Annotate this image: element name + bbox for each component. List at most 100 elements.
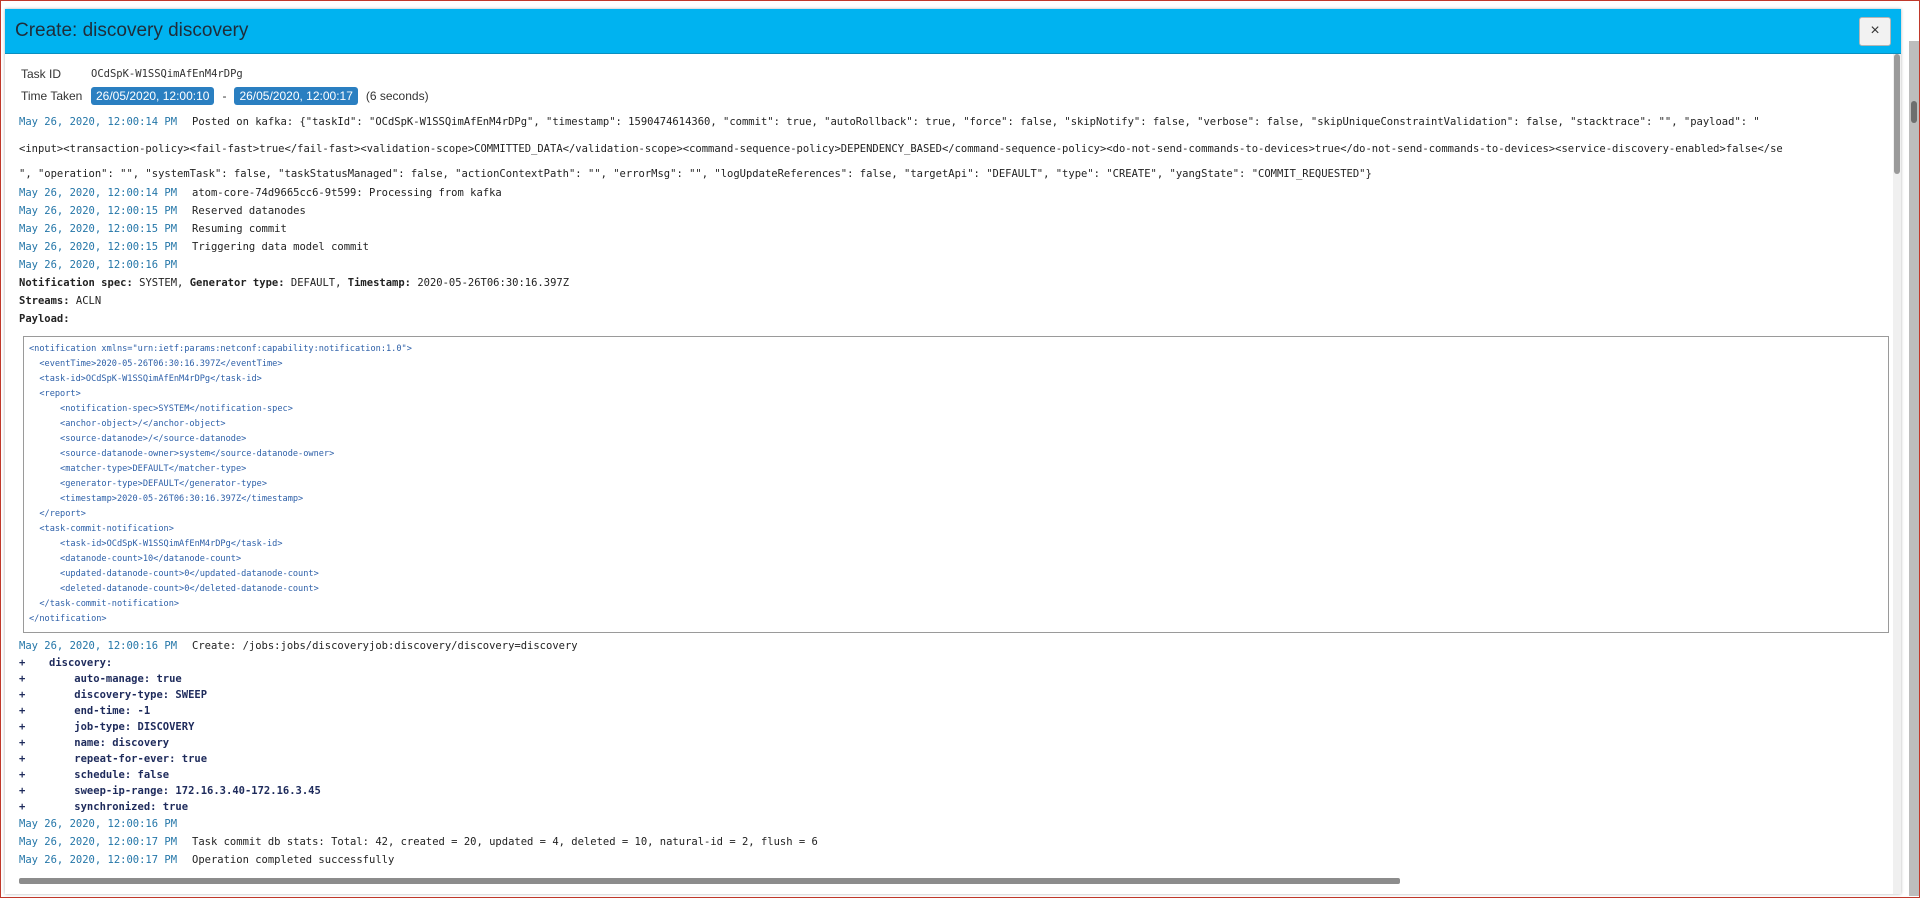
log-continuation: <input><transaction-policy><fail-fast>tr… bbox=[19, 134, 1901, 164]
page-scrollbar-thumb[interactable] bbox=[1911, 101, 1917, 123]
log-timestamp: May 26, 2020, 12:00:17 PM bbox=[19, 854, 178, 866]
diff-line: + discovery-type: SWEEP bbox=[19, 687, 1901, 703]
log-timestamp: May 26, 2020, 12:00:15 PM bbox=[19, 205, 178, 217]
horizontal-scrollbar[interactable] bbox=[19, 878, 1400, 884]
diff-text: sweep-ip-range: 172.16.3.40-172.16.3.45 bbox=[49, 785, 321, 797]
notification-summary: Notification spec: SYSTEM, Generator typ… bbox=[19, 274, 1901, 292]
log-message: Operation completed successfully bbox=[192, 854, 395, 866]
log-message: Triggering data model commit bbox=[192, 241, 370, 253]
log-message: Resuming commit bbox=[192, 223, 287, 235]
log-message: Task commit db stats: Total: 42, created… bbox=[192, 836, 818, 848]
log-message: Reserved datanodes bbox=[192, 205, 306, 217]
payload-xml-line: <task-id>OCdSpK-W1SSQimAfEnM4rDPg</task-… bbox=[29, 539, 283, 549]
page-scrollbar-track[interactable] bbox=[1909, 41, 1919, 896]
diff-text: end-time: -1 bbox=[49, 705, 151, 717]
log-timestamp: May 26, 2020, 12:00:16 PM bbox=[19, 259, 178, 271]
streams-label: Streams: bbox=[19, 295, 70, 307]
payload-xml-line: <notification xmlns="urn:ietf:params:net… bbox=[29, 344, 412, 354]
diff-text: discovery: bbox=[49, 657, 113, 669]
time-taken-label: Time Taken bbox=[21, 89, 83, 103]
window-frame: Create: discovery discovery × Task ID OC… bbox=[0, 0, 1920, 898]
end-time-badge: 26/05/2020, 12:00:17 bbox=[234, 87, 358, 105]
generator-type-value: DEFAULT, bbox=[290, 277, 342, 289]
task-id-value: OCdSpK-W1SSQimAfEnM4rDPg bbox=[91, 68, 243, 80]
log-entry: May 26, 2020, 12:00:15 PM Triggering data… bbox=[19, 238, 1901, 256]
payload-xml-line: <notification-spec>SYSTEM</notification-… bbox=[29, 404, 293, 414]
diff-text: discovery-type: SWEEP bbox=[49, 689, 208, 701]
diff-plus-marker: + bbox=[19, 673, 26, 685]
log-message-continuation: <input><transaction-policy><fail-fast>tr… bbox=[19, 143, 1783, 155]
payload-xml-line: <source-datanode>/</source-datanode> bbox=[29, 434, 247, 444]
close-icon: × bbox=[1870, 22, 1880, 39]
diff-line: + repeat-for-ever: true bbox=[19, 751, 1901, 767]
diff-line: + discovery: bbox=[19, 655, 1901, 671]
payload-xml-line: <updated-datanode-count>0</updated-datan… bbox=[29, 569, 319, 579]
diff-text: auto-manage: true bbox=[49, 673, 182, 685]
payload-xml-line: <task-commit-notification> bbox=[29, 524, 174, 534]
diff-line: + auto-manage: true bbox=[19, 671, 1901, 687]
log-message: atom-core-74d9665cc6-9t599: Processing f… bbox=[192, 187, 502, 199]
payload-xml-line: </notification> bbox=[29, 614, 107, 624]
payload-xml-line: <task-id>OCdSpK-W1SSQimAfEnM4rDPg</task-… bbox=[29, 374, 262, 384]
log-entry: May 26, 2020, 12:00:16 PM bbox=[19, 256, 1901, 274]
payload-xml-line: <anchor-object>/</anchor-object> bbox=[29, 419, 226, 429]
diff-plus-marker: + bbox=[19, 737, 26, 749]
diff-line: + job-type: DISCOVERY bbox=[19, 719, 1901, 735]
log-timestamp: May 26, 2020, 12:00:15 PM bbox=[19, 241, 178, 253]
log-timestamp: May 26, 2020, 12:00:14 PM bbox=[19, 187, 178, 199]
diff-plus-marker: + bbox=[19, 689, 26, 701]
payload-xml-line: <generator-type>DEFAULT</generator-type> bbox=[29, 479, 267, 489]
log-timestamp: May 26, 2020, 12:00:14 PM bbox=[19, 116, 178, 128]
task-log: May 26, 2020, 12:00:14 PM Posted on kafk… bbox=[19, 110, 1901, 869]
task-id-row: Task ID OCdSpK-W1SSQimAfEnM4rDPg bbox=[19, 64, 1901, 84]
task-id-label: Task ID bbox=[21, 67, 62, 81]
streams-line: Streams: ACLN bbox=[19, 292, 1901, 310]
payload-xml-line: <report> bbox=[29, 389, 81, 399]
payload-xml-line: </task-commit-notification> bbox=[29, 599, 180, 609]
vertical-scrollbar-thumb[interactable] bbox=[1894, 54, 1900, 174]
payload-xml-line: <matcher-type>DEFAULT</matcher-type> bbox=[29, 464, 247, 474]
payload-line: Payload: bbox=[19, 310, 1901, 328]
vertical-scrollbar-track[interactable] bbox=[1893, 54, 1901, 894]
close-button[interactable]: × bbox=[1859, 16, 1891, 46]
payload-label: Payload: bbox=[19, 313, 70, 325]
diff-text: synchronized: true bbox=[49, 801, 189, 813]
payload-xml-line: <eventTime>2020-05-26T06:30:16.397Z</eve… bbox=[29, 359, 283, 369]
time-separator: - bbox=[222, 89, 227, 103]
timestamp-value: 2020-05-26T06:30:16.397Z bbox=[417, 277, 570, 289]
log-entry: May 26, 2020, 12:00:16 PM Create: /jobs:… bbox=[19, 637, 1901, 655]
log-entry: May 26, 2020, 12:00:15 PM Resuming commit bbox=[19, 220, 1901, 238]
log-message: Create: /jobs:jobs/discoveryjob:discover… bbox=[192, 640, 578, 652]
timestamp-label: Timestamp: bbox=[347, 277, 411, 289]
payload-xml-line: </report> bbox=[29, 509, 86, 519]
modal-title: Create: discovery discovery bbox=[15, 20, 249, 41]
diff-plus-marker: + bbox=[19, 721, 26, 733]
notification-spec-value: SYSTEM, bbox=[139, 277, 184, 289]
modal-header: Create: discovery discovery × bbox=[5, 9, 1901, 54]
log-continuation: ", "operation": "", "systemTask": false,… bbox=[19, 164, 1901, 184]
log-timestamp: May 26, 2020, 12:00:15 PM bbox=[19, 223, 178, 235]
diff-text: job-type: DISCOVERY bbox=[49, 721, 195, 733]
generator-type-label: Generator type: bbox=[189, 277, 285, 289]
log-entry: May 26, 2020, 12:00:16 PM bbox=[19, 815, 1901, 833]
diff-line: + end-time: -1 bbox=[19, 703, 1901, 719]
diff-plus-marker: + bbox=[19, 801, 26, 813]
diff-line: + synchronized: true bbox=[19, 799, 1901, 815]
modal-body: Task ID OCdSpK-W1SSQimAfEnM4rDPg Time Ta… bbox=[5, 54, 1901, 894]
log-message-continuation: ", "operation": "", "systemTask": false,… bbox=[19, 168, 1372, 180]
diff-text: schedule: false bbox=[49, 769, 170, 781]
log-entry: May 26, 2020, 12:00:17 PM Task commit db … bbox=[19, 833, 1901, 851]
task-details-modal: Create: discovery discovery × Task ID OC… bbox=[5, 9, 1901, 894]
log-timestamp: May 26, 2020, 12:00:16 PM bbox=[19, 818, 178, 830]
log-entry: May 26, 2020, 12:00:15 PM Reserved datano… bbox=[19, 202, 1901, 220]
diff-plus-marker: + bbox=[19, 705, 26, 717]
payload-xml-line: <datanode-count>10</datanode-count> bbox=[29, 554, 242, 564]
diff-text: name: discovery bbox=[49, 737, 170, 749]
streams-value: ACLN bbox=[75, 295, 102, 307]
payload-xml-line: <timestamp>2020-05-26T06:30:16.397Z</tim… bbox=[29, 494, 304, 504]
payload-xml-box: <notification xmlns="urn:ietf:params:net… bbox=[23, 336, 1889, 633]
time-taken-row: Time Taken 26/05/2020, 12:00:10 - 26/05/… bbox=[19, 86, 1901, 106]
payload-xml-line: <source-datanode-owner>system</source-da… bbox=[29, 449, 335, 459]
diff-plus-marker: + bbox=[19, 769, 26, 781]
log-timestamp: May 26, 2020, 12:00:16 PM bbox=[19, 640, 178, 652]
